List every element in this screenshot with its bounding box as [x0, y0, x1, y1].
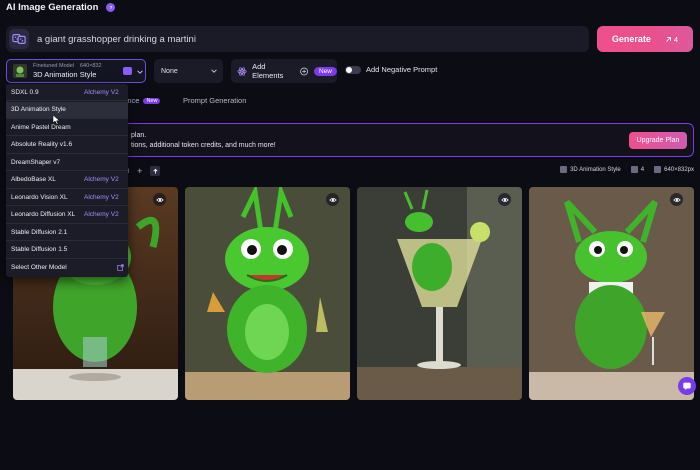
token-icon [666, 36, 671, 42]
model-dropdown: SDXL 0.9 Alchemy V2 3D Animation Style An… [6, 84, 128, 277]
add-elements-label: Add Elements [252, 62, 284, 80]
model-name: 3D Animation Style [33, 70, 97, 79]
model-select[interactable]: Finetuned Model 640×832 3D Animation Sty… [6, 59, 146, 83]
dropdown-item-stable-diffusion-2-1[interactable]: Stable Diffusion 2.1 [6, 224, 128, 241]
negative-prompt-label: Add Negative Prompt [366, 65, 438, 74]
upload-icon[interactable] [150, 166, 161, 176]
model-tag: Finetuned Model [33, 63, 74, 69]
generated-image-4[interactable] [529, 187, 694, 400]
eye-icon[interactable] [498, 193, 511, 206]
dropdown-item-leonardo-diffusion-xl[interactable]: Leonardo Diffusion XL Alchemy V2 [6, 207, 128, 224]
toggle-switch[interactable] [345, 65, 361, 74]
prompt-input[interactable] [37, 29, 589, 49]
dimensions-icon [654, 166, 662, 173]
alchemy-tag: Alchemy V2 [84, 193, 119, 201]
images-icon [630, 166, 638, 173]
plus-circle-icon [299, 67, 308, 75]
gallery-size: 640×832px [664, 166, 694, 173]
model-badge-icon [123, 67, 132, 75]
prompt-bar [6, 26, 589, 52]
page-header: AI Image Generation ? [6, 0, 116, 14]
chevron-down-icon [211, 69, 217, 73]
page-title: AI Image Generation [6, 1, 99, 13]
dropdown-item-anime-pastel-dream[interactable]: Anime Pastel Dream [6, 119, 128, 136]
dropdown-item-select-other-model[interactable]: Select Other Model [6, 259, 128, 276]
eye-icon[interactable] [326, 193, 339, 206]
dropdown-item-sdxl-0-9[interactable]: SDXL 0.9 Alchemy V2 [6, 84, 128, 101]
new-badge: New [143, 97, 161, 104]
new-badge: New [314, 66, 338, 76]
alchemy-tag: Alchemy V2 [84, 176, 119, 183]
style-select[interactable]: None [154, 59, 223, 83]
banner-text-1: plan. [131, 132, 147, 139]
dropdown-item-stable-diffusion-1-5[interactable]: Stable Diffusion 1.5 [6, 242, 128, 259]
chat-support-icon[interactable] [678, 377, 696, 395]
gallery-count: 4 [640, 166, 645, 173]
tab-prompt-generation[interactable]: Prompt Generation [183, 96, 246, 105]
dropdown-item-dreamshaper[interactable]: DreamShaper v7 [6, 154, 128, 171]
mouse-pointer-icon [52, 115, 60, 125]
dropdown-item-3d-animation-style[interactable]: 3D Animation Style [6, 101, 128, 119]
plus-icon[interactable]: + [137, 166, 142, 176]
dropdown-item-leonardo-vision-xl[interactable]: Leonardo Vision XL Alchemy V2 [6, 189, 128, 206]
alchemy-tag: Alchemy V2 [84, 211, 119, 218]
generate-label: Generate [611, 34, 651, 44]
model-size: 640×832 [79, 63, 102, 69]
help-icon[interactable]: ? [106, 2, 116, 12]
negative-prompt-toggle[interactable]: Add Negative Prompt [345, 65, 437, 74]
generated-image-2[interactable] [185, 187, 350, 400]
external-link-icon [117, 264, 124, 271]
upgrade-plan-button[interactable]: Upgrade Plan [629, 132, 687, 149]
eye-icon[interactable] [153, 193, 166, 206]
eye-icon[interactable] [670, 193, 683, 206]
style-value: None [161, 67, 178, 75]
generated-image-3[interactable] [357, 187, 522, 400]
model-thumbnail-icon [13, 64, 27, 78]
chevron-down-icon [137, 70, 143, 74]
add-elements-button[interactable]: Add Elements New [231, 59, 338, 83]
model-icon [560, 166, 568, 173]
banner-text-2: tions, additional token credits, and muc… [131, 142, 276, 149]
generate-token-count: 4 [665, 35, 678, 44]
dropdown-item-albedobase-xl[interactable]: AlbedoBase XL Alchemy V2 [6, 172, 128, 189]
dropdown-item-absolute-reality[interactable]: Absolute Reality v1.6 [6, 137, 128, 154]
random-prompt-dice-icon[interactable] [9, 29, 29, 49]
alchemy-tag: Alchemy V2 [84, 88, 119, 96]
atom-icon [237, 66, 247, 76]
svg-text:?: ? [109, 5, 112, 10]
gallery-model: 3D Animation Style [570, 166, 621, 173]
generate-button[interactable]: Generate 4 [597, 26, 693, 52]
